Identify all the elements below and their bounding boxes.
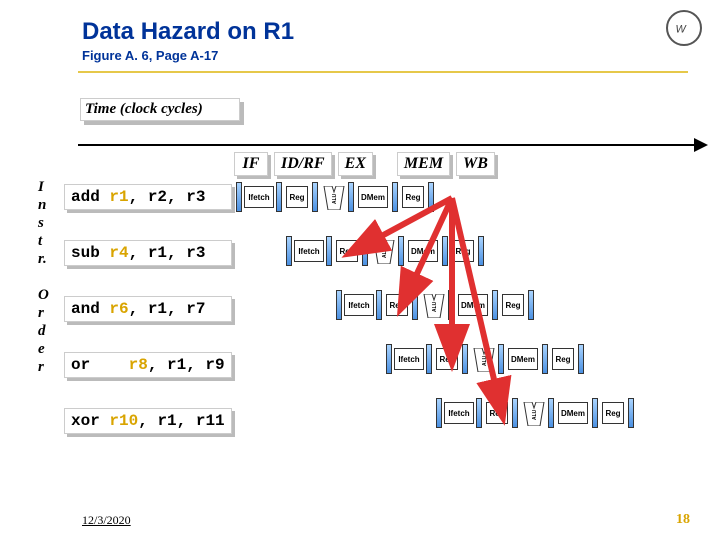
stage-idrf: ID/RF (274, 152, 332, 176)
pipeline-register-bar (236, 182, 242, 212)
pipeline-register-bar (428, 182, 434, 212)
stage-reg: Reg (502, 294, 524, 316)
time-label: Time (clock cycles) (80, 98, 240, 121)
stage-ex: EX (338, 152, 373, 176)
instruction-row: xor r10, r1, r11 (64, 408, 232, 434)
instruction-column: add r1, r2, r3 sub r4, r1, r3 and r6, r1… (64, 184, 232, 464)
stage-ifetch: Ifetch (344, 294, 374, 316)
pipeline-register-bar (542, 344, 548, 374)
stage-dmem: DMem (358, 186, 388, 208)
slide-header: Data Hazard on R1 Figure A. 6, Page A-17 (0, 0, 720, 63)
stage-reg: Reg (436, 348, 458, 370)
pipeline-register-bar (442, 236, 448, 266)
pipeline-register-bar (528, 290, 534, 320)
stage-ifetch: Ifetch (444, 402, 474, 424)
stage-mem: MEM (397, 152, 450, 176)
pipeline-register-bar (448, 290, 454, 320)
pipeline-register-bar (436, 398, 442, 428)
svg-text:ALU: ALU (532, 409, 538, 420)
stage-ifetch: Ifetch (294, 240, 324, 262)
pipeline-register-bar (478, 236, 484, 266)
pipeline-register-bar (462, 344, 468, 374)
pipeline-register-bar (336, 290, 342, 320)
pipeline-register-bar (512, 398, 518, 428)
pipeline-register-bar (412, 290, 418, 320)
svg-text:W: W (675, 24, 687, 36)
time-axis-arrow (78, 138, 708, 152)
pipeline-register-bar (326, 236, 332, 266)
divider (78, 71, 688, 73)
stage-reg: Reg (336, 240, 358, 262)
stage-dmem: DMem (508, 348, 538, 370)
instruction-row: sub r4, r1, r3 (64, 240, 232, 266)
pipeline-register-bar (392, 182, 398, 212)
stage-ifetch: Ifetch (394, 348, 424, 370)
pipeline-register-bar (286, 236, 292, 266)
vertical-axis-label: I n s t r. O r d e r (38, 178, 49, 376)
stage-reg: Reg (386, 294, 408, 316)
pipeline-register-bar (578, 344, 584, 374)
pipeline-register-bar (398, 236, 404, 266)
pipeline-register-bar (498, 344, 504, 374)
pipeline-register-bar (376, 290, 382, 320)
instruction-row: and r6, r1, r7 (64, 296, 232, 322)
stage-reg: Reg (286, 186, 308, 208)
page-number: 18 (676, 512, 690, 528)
pipeline-register-bar (548, 398, 554, 428)
svg-text:ALU: ALU (382, 247, 388, 258)
stage-alu: ALU (522, 402, 546, 426)
stage-wb: WB (456, 152, 495, 176)
stage-reg: Reg (486, 402, 508, 424)
stage-alu: ALU (322, 186, 346, 210)
footer-date: 12/3/2020 (82, 513, 131, 528)
stage-dmem: DMem (558, 402, 588, 424)
stage-header-row: IF ID/RF EX MEM WB (234, 152, 501, 176)
pipeline-register-bar (476, 398, 482, 428)
stage-alu: ALU (372, 240, 396, 264)
pipeline-register-bar (276, 182, 282, 212)
stage-dmem: DMem (408, 240, 438, 262)
seal-icon: W (666, 10, 702, 46)
stage-reg: Reg (602, 402, 624, 424)
pipeline-register-bar (362, 236, 368, 266)
pipeline-register-bar (312, 182, 318, 212)
slide-title: Data Hazard on R1 (82, 18, 720, 46)
instruction-row: add r1, r2, r3 (64, 184, 232, 210)
stage-reg: Reg (452, 240, 474, 262)
pipeline-register-bar (628, 398, 634, 428)
stage-alu: ALU (472, 348, 496, 372)
pipeline-register-bar (386, 344, 392, 374)
svg-text:ALU: ALU (432, 301, 438, 312)
instruction-row: or r8, r1, r9 (64, 352, 232, 378)
pipeline-register-bar (492, 290, 498, 320)
pipeline-register-bar (426, 344, 432, 374)
stage-ifetch: Ifetch (244, 186, 274, 208)
svg-text:ALU: ALU (332, 193, 338, 204)
stage-if: IF (234, 152, 268, 176)
pipeline-register-bar (592, 398, 598, 428)
stage-reg: Reg (552, 348, 574, 370)
stage-dmem: DMem (458, 294, 488, 316)
pipeline-register-bar (348, 182, 354, 212)
stage-alu: ALU (422, 294, 446, 318)
stage-reg: Reg (402, 186, 424, 208)
svg-text:ALU: ALU (482, 355, 488, 366)
slide-subtitle: Figure A. 6, Page A-17 (82, 48, 720, 63)
